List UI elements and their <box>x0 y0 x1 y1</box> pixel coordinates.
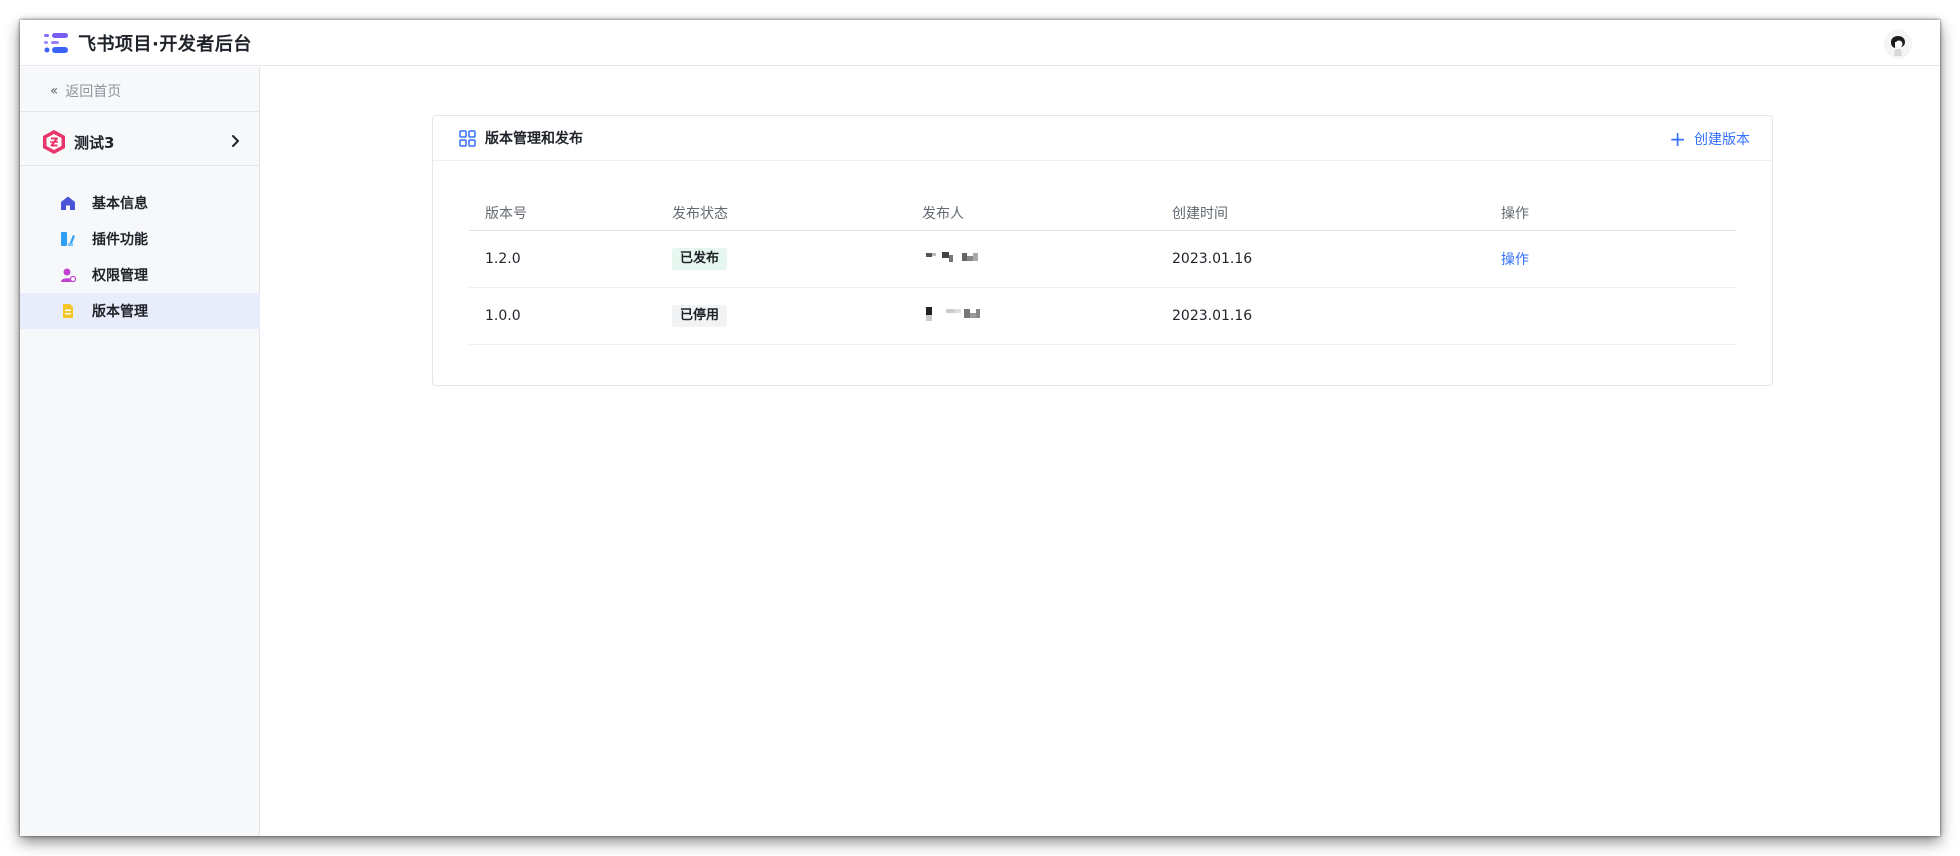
back-to-home-label: 返回首页 <box>65 84 122 100</box>
sidebar-item-label: 基本信息 <box>92 196 148 212</box>
project-name: 测试3 <box>74 133 115 152</box>
table-header-row: 版本号 发布状态 发布人 创建时间 操作 <box>469 196 1736 231</box>
project-switcher[interactable]: 测试3 <box>42 127 242 157</box>
version-cell: 1.0.0 <box>469 287 656 345</box>
status-cell: 已发布 <box>656 230 906 288</box>
double-chevron-left-icon: ‹‹ <box>50 83 58 99</box>
sidebar-item-label: 版本管理 <box>92 304 148 320</box>
version-management-card: 版本管理和发布 + 创建版本 版本号 发布状态 发布人 创建时间 操作 1.2.… <box>432 115 1773 386</box>
action-cell <box>1485 287 1736 345</box>
card-title: 版本管理和发布 <box>485 131 583 147</box>
redacted-publisher-name <box>922 248 986 266</box>
operate-link[interactable]: 操作 <box>1501 252 1529 268</box>
publisher-cell <box>906 230 1156 288</box>
permission-user-icon <box>61 268 76 283</box>
back-to-home-link[interactable]: ‹‹ 返回首页 <box>50 81 121 101</box>
sidebar-item-permissions[interactable]: 权限管理 <box>20 257 260 293</box>
sidebar-nav: 基本信息 插件功能 权限管理 版本管理 <box>20 185 260 329</box>
version-cell: 1.2.0 <box>469 230 656 288</box>
chevron-right-icon <box>232 135 239 147</box>
column-header-publisher: 发布人 <box>906 196 1156 231</box>
column-header-version: 版本号 <box>469 196 656 231</box>
grid-icon <box>459 130 476 147</box>
document-icon <box>63 304 73 318</box>
column-header-created: 创建时间 <box>1156 196 1485 231</box>
app-window: 飞书项目·开发者后台 ‹‹ 返回首页 测试3 基本信息 插件功能 权限管理 版本… <box>20 20 1940 836</box>
sidebar-divider <box>20 111 260 112</box>
sidebar-divider <box>20 165 260 166</box>
sidebar-item-basic-info[interactable]: 基本信息 <box>20 185 260 221</box>
create-version-label: 创建版本 <box>1694 132 1750 148</box>
pixelated-name-image <box>926 251 978 262</box>
card-header: 版本管理和发布 + 创建版本 <box>433 116 1772 161</box>
plus-icon: + <box>1669 127 1686 151</box>
sidebar-item-label: 权限管理 <box>92 268 148 284</box>
user-avatar[interactable] <box>1884 29 1912 59</box>
redacted-publisher-name <box>922 305 986 323</box>
column-header-status: 发布状态 <box>656 196 906 231</box>
table-row: 1.2.0 已发布 2023.01.16 操作 <box>469 230 1736 288</box>
screen-backdrop: 飞书项目·开发者后台 ‹‹ 返回首页 测试3 基本信息 插件功能 权限管理 版本… <box>0 0 1960 856</box>
avatar-image-icon <box>1884 30 1912 58</box>
home-icon <box>61 196 75 210</box>
project-hexagon-icon <box>43 130 65 154</box>
sidebar: ‹‹ 返回首页 测试3 基本信息 插件功能 权限管理 版本管理 <box>20 67 260 836</box>
action-cell: 操作 <box>1485 230 1736 288</box>
plugin-icon <box>61 232 75 246</box>
column-header-action: 操作 <box>1485 196 1736 231</box>
sidebar-item-plugin-features[interactable]: 插件功能 <box>20 221 260 257</box>
app-title: 飞书项目·开发者后台 <box>78 34 252 55</box>
pixelated-name-image <box>926 306 980 321</box>
versions-table: 版本号 发布状态 发布人 创建时间 操作 1.2.0 已发布 2023.01.1… <box>469 196 1736 345</box>
create-version-button[interactable]: + 创建版本 <box>1669 128 1750 150</box>
table-row: 1.0.0 已停用 2023.01.16 <box>469 287 1736 345</box>
status-badge: 已发布 <box>672 247 728 270</box>
app-logo-icon <box>44 33 68 53</box>
created-time-cell: 2023.01.16 <box>1156 287 1485 345</box>
publisher-cell <box>906 287 1156 345</box>
sidebar-item-label: 插件功能 <box>92 232 148 248</box>
sidebar-item-version-management[interactable]: 版本管理 <box>20 293 260 329</box>
status-cell: 已停用 <box>656 287 906 345</box>
top-bar: 飞书项目·开发者后台 <box>20 20 1940 66</box>
created-time-cell: 2023.01.16 <box>1156 230 1485 288</box>
status-badge: 已停用 <box>672 304 728 327</box>
